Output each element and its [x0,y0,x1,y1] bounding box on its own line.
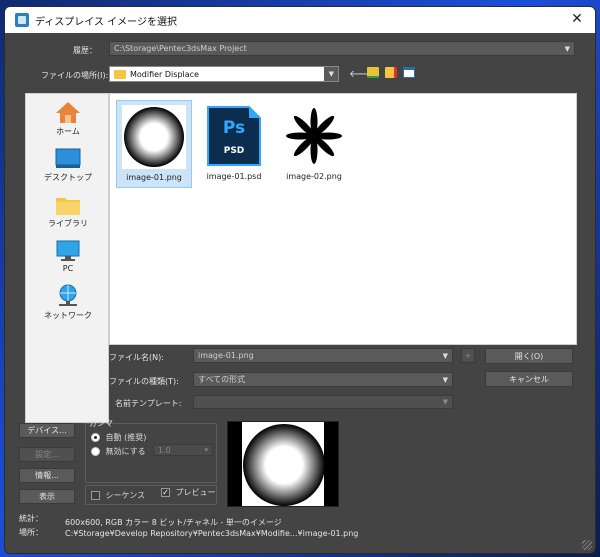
filetype-dropdown[interactable]: すべての形式 ▼ [193,372,453,387]
gamma-override-option[interactable]: 無効にする [91,446,146,457]
location-label: ファイルの場所(I): [41,71,109,80]
sidebar-item-network[interactable]: ネットワーク [26,284,110,321]
title-bar: ディスプレイス イメージを選択 ✕ [5,7,595,33]
file-list: image-01.png Ps PSD image-01.psd image-0… [109,93,577,345]
places-sidebar: ホーム デスクトップ ライブラリ PC ネットワーク [25,93,109,423]
history-value: C:\Storage\Pentec3dsMax Project [114,44,247,53]
file-thumbnail [122,105,186,169]
file-name: image-01.psd [206,172,262,181]
gamma-auto-radio[interactable] [91,433,100,442]
add-sequence-button[interactable]: + [461,348,475,363]
filename-label: ファイル名(N): [109,353,164,362]
preview-option[interactable]: ✓ プレビュー [161,487,216,498]
app-icon [15,13,29,27]
cancel-button[interactable]: キャンセル [485,371,573,387]
chevron-down-icon: ▼ [328,70,334,78]
sequence-checkbox[interactable] [91,491,100,500]
filename-value: image-01.png [198,351,254,360]
spinner-icon: ▾ [204,446,208,454]
location-value: Modifier Displace [130,69,199,79]
sequence-option[interactable]: シーケンス [91,490,145,501]
pc-icon [56,240,80,261]
star-burst-thumbnail [286,108,342,164]
resize-grip[interactable] [582,540,592,550]
file-item-image-01-png[interactable]: image-01.png [116,100,192,188]
sidebar-item-pc[interactable]: PC [26,240,110,273]
close-icon[interactable]: ✕ [569,11,585,27]
filetype-label: ファイルの種類(T): [109,377,179,386]
history-dropdown[interactable]: C:\Storage\Pentec3dsMax Project ▼ [109,41,575,56]
psd-label: PSD [223,146,245,156]
desktop-icon [55,148,81,168]
gamma-override-value[interactable]: 1.0 ▾ [153,444,213,456]
setup-button[interactable]: 設定... [19,447,75,462]
gamma-override-label: 無効にする [105,447,146,456]
stats-value: 600x600, RGB カラー 8 ビット/チャネル - 単一のイメージ [65,518,282,527]
gamma-auto-label: 自動 (推奨) [105,433,147,442]
history-label: 履歴： [73,46,97,55]
info-button[interactable]: 情報... [19,468,75,483]
gamma-value-text: 1.0 [158,445,171,455]
gamma-auto-option[interactable]: 自動 (推奨) [91,432,146,443]
up-folder-icon[interactable] [367,67,379,78]
dialog-title: ディスプレイス イメージを選択 [35,16,177,28]
file-thumbnail [282,104,346,168]
file-name: image-01.png [126,173,182,182]
stats-location-value: C:¥Storage¥Develop Repository¥Pentec3dsM… [65,529,359,538]
location-dropdown[interactable]: Modifier Displace ▼ [109,66,339,82]
file-item-image-02-png[interactable]: image-02.png [276,100,352,188]
radial-gradient-thumbnail [124,107,184,167]
new-folder-icon[interactable] [385,67,397,78]
sidebar-item-label: ネットワーク [44,311,92,320]
sidebar-item-label: PC [62,264,74,273]
sidebar-item-desktop[interactable]: デスクトップ [26,148,110,183]
template-label: 名前テンプレート: [115,399,182,408]
sidebar-item-home[interactable]: ホーム [26,100,110,137]
chevron-down-icon: ▼ [442,375,448,384]
sidebar-item-label: ホーム [56,127,80,136]
template-dropdown[interactable]: ▼ [193,395,453,409]
stats-label: 統計： [19,514,43,523]
chevron-down-icon: ▼ [442,351,448,360]
chevron-down-icon: ▼ [564,44,570,53]
view-button[interactable]: 表示 [19,489,75,504]
sidebar-item-label: ライブラリ [48,219,88,228]
sequence-label: シーケンス [105,491,146,500]
view-menu-icon[interactable] [403,67,415,78]
open-button[interactable]: 開く(O) [485,348,573,364]
folder-icon [114,69,126,79]
home-icon [56,102,80,123]
file-item-image-01-psd[interactable]: Ps PSD image-01.psd [196,100,272,188]
image-preview [227,421,339,507]
select-displace-image-dialog: ディスプレイス イメージを選択 ✕ 履歴： C:\Storage\Pentec3… [4,6,596,554]
filename-input[interactable]: image-01.png ▼ [193,348,453,363]
preview-checkbox[interactable]: ✓ [161,488,170,497]
stats-location-label: 場所： [19,528,43,537]
chevron-down-icon: ▼ [442,398,448,406]
gamma-title: ガンマ [89,419,113,428]
file-name: image-02.png [286,172,342,181]
filetype-value: すべての形式 [198,375,246,384]
preview-radial-image [243,424,325,506]
sidebar-item-label: デスクトップ [44,173,92,182]
devices-button[interactable]: デバイス... [19,423,75,438]
file-thumbnail: Ps PSD [202,104,266,168]
sidebar-item-library[interactable]: ライブラリ [26,194,110,229]
preview-label: プレビュー [175,488,216,497]
library-icon [56,198,80,215]
gamma-override-radio[interactable] [91,447,100,456]
ps-label: Ps [222,118,246,138]
network-icon [59,284,77,306]
